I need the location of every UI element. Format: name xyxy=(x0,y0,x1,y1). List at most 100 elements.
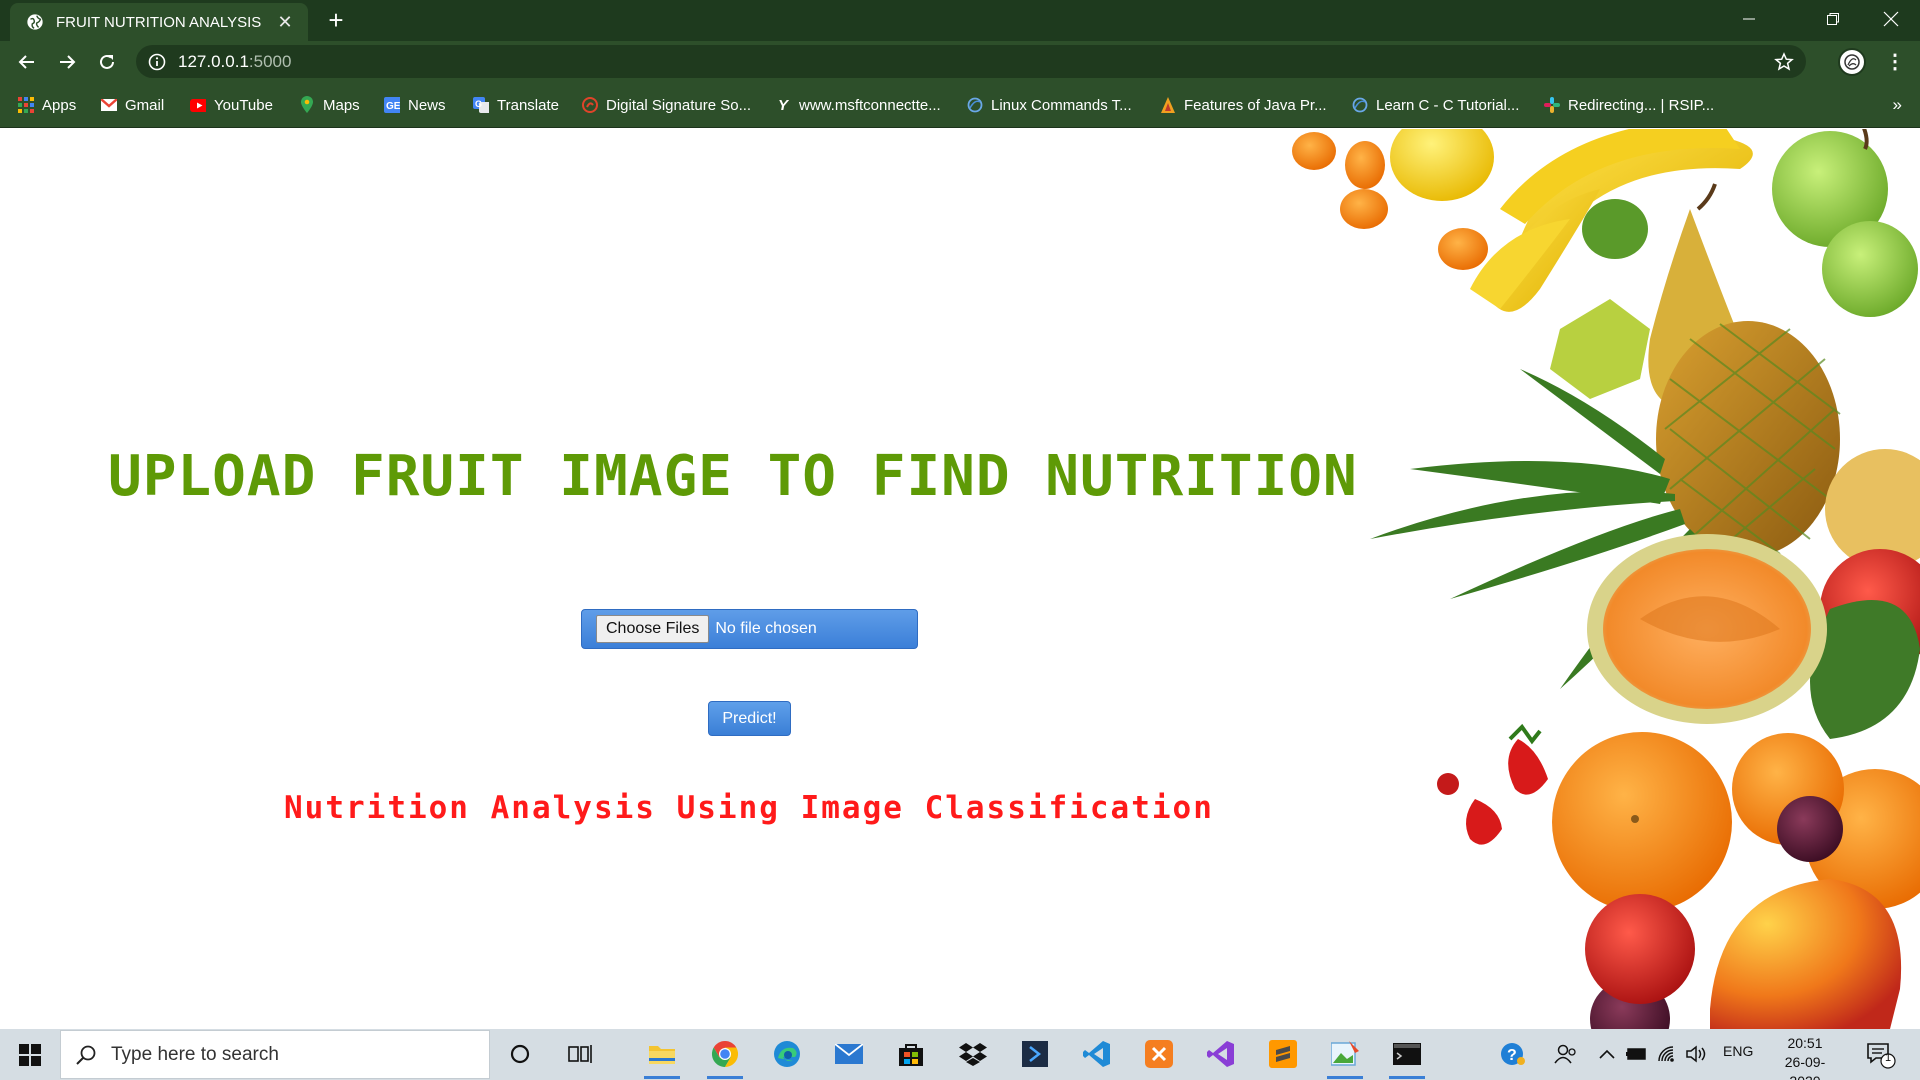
back-button[interactable] xyxy=(12,47,42,77)
file-status-text: No file chosen xyxy=(715,620,817,637)
search-placeholder: Type here to search xyxy=(111,1043,279,1065)
xampp-taskbar-icon[interactable] xyxy=(1139,1035,1179,1073)
help-tray-icon[interactable]: ? xyxy=(1495,1035,1531,1073)
globe-icon xyxy=(967,97,983,113)
start-button[interactable] xyxy=(0,1029,60,1080)
apps-grid-icon xyxy=(18,97,34,113)
url-text: 127.0.0.1:5000 xyxy=(178,51,292,71)
notification-icon xyxy=(1867,1043,1896,1069)
signature-icon xyxy=(582,97,598,113)
svg-text:GE: GE xyxy=(386,101,400,112)
bookmark-youtube[interactable]: YouTube xyxy=(190,92,273,118)
menu-kebab-icon[interactable]: ⋮ xyxy=(1880,47,1910,77)
search-icon xyxy=(76,1045,96,1065)
bookmarks-overflow-button[interactable]: » xyxy=(1893,95,1902,115)
image-editor-icon xyxy=(1331,1041,1359,1066)
profile-avatar[interactable] xyxy=(1838,48,1866,76)
store-taskbar-icon[interactable] xyxy=(891,1035,931,1073)
task-view-icon xyxy=(568,1045,592,1063)
news-icon: GE xyxy=(384,97,400,113)
arrow-left-icon xyxy=(18,55,34,69)
task-view-button[interactable] xyxy=(560,1035,600,1073)
wifi-icon xyxy=(1658,1046,1674,1062)
browser-tabstrip: FRUIT NUTRITION ANALYSIS ✕ + xyxy=(0,0,1920,41)
chevron-up-icon xyxy=(1599,1049,1615,1059)
tab-close-icon[interactable]: ✕ xyxy=(274,11,296,33)
bookmark-learn-c[interactable]: Learn C - C Tutorial... xyxy=(1352,92,1519,118)
volume-tray-icon[interactable] xyxy=(1682,1035,1712,1073)
close-window-button[interactable] xyxy=(1868,0,1914,38)
system-clock[interactable]: 20:51 26-09-2020 xyxy=(1770,1034,1840,1080)
dropbox-taskbar-icon[interactable] xyxy=(953,1035,993,1073)
predict-button[interactable]: Predict! xyxy=(708,701,791,736)
edge-taskbar-icon[interactable] xyxy=(767,1035,807,1073)
bookmark-news[interactable]: GE News xyxy=(384,92,446,118)
browser-toolbar: 127.0.0.1:5000 ⋮ xyxy=(0,41,1920,82)
terminal-icon xyxy=(1022,1041,1048,1067)
bookmark-rsip[interactable]: Redirecting... | RSIP... xyxy=(1544,92,1714,118)
speaker-icon xyxy=(1686,1045,1706,1063)
powershell-taskbar-icon[interactable] xyxy=(1015,1035,1055,1073)
wifi-tray-icon[interactable] xyxy=(1652,1035,1682,1073)
bookmark-msftconnect[interactable]: Y www.msftconnectte... xyxy=(775,92,941,118)
bookmark-digital-signature[interactable]: Digital Signature So... xyxy=(582,92,751,118)
bookmark-linux-commands[interactable]: Linux Commands T... xyxy=(967,92,1132,118)
choose-files-button[interactable]: Choose Files xyxy=(596,615,710,643)
reload-button[interactable] xyxy=(92,47,122,77)
sublime-taskbar-icon[interactable] xyxy=(1263,1035,1303,1073)
globe-icon xyxy=(27,14,43,30)
info-icon xyxy=(148,53,166,70)
slack-icon xyxy=(1544,97,1560,113)
question-icon: ? xyxy=(1501,1043,1525,1065)
bookmark-star-icon[interactable] xyxy=(1774,52,1794,72)
chrome-taskbar-icon[interactable] xyxy=(705,1035,745,1079)
cortana-button[interactable] xyxy=(500,1035,540,1073)
restore-button[interactable] xyxy=(1810,0,1856,38)
chrome-icon xyxy=(711,1040,739,1068)
close-icon xyxy=(1883,11,1899,27)
bookmark-gmail[interactable]: Gmail xyxy=(101,92,164,118)
visual-studio-taskbar-icon[interactable] xyxy=(1201,1035,1241,1073)
language-indicator[interactable]: ENG xyxy=(1723,1043,1753,1059)
maps-icon xyxy=(299,96,315,113)
new-tab-button[interactable]: + xyxy=(322,7,350,35)
bookmark-java-features[interactable]: Features of Java Pr... xyxy=(1160,92,1327,118)
address-bar[interactable]: 127.0.0.1:5000 xyxy=(136,45,1806,78)
dropbox-icon xyxy=(959,1043,987,1066)
cortana-circle-icon xyxy=(510,1044,530,1064)
mail-icon xyxy=(835,1044,863,1064)
page-headline: UPLOAD FRUIT IMAGE TO FIND NUTRITION xyxy=(108,444,1358,509)
battery-icon xyxy=(1626,1048,1646,1060)
minimize-button[interactable] xyxy=(1726,0,1772,38)
svg-text:?: ? xyxy=(1507,1047,1517,1064)
translate-icon: G xyxy=(473,97,489,113)
taskbar-search[interactable]: Type here to search xyxy=(60,1030,490,1079)
globe-icon xyxy=(1352,97,1368,113)
bookmark-maps[interactable]: Maps xyxy=(299,92,360,118)
minimize-icon xyxy=(1743,18,1755,20)
svg-text:G: G xyxy=(475,99,482,109)
command-prompt-taskbar-icon[interactable] xyxy=(1387,1035,1427,1079)
file-explorer-taskbar-icon[interactable] xyxy=(642,1035,682,1079)
show-hidden-icons-button[interactable] xyxy=(1592,1035,1622,1073)
action-center-button[interactable]: 1 xyxy=(1866,1041,1896,1069)
youtube-icon xyxy=(190,97,206,113)
bookmark-apps[interactable]: Apps xyxy=(18,92,76,118)
sublime-icon xyxy=(1269,1040,1297,1068)
windows-logo-icon xyxy=(19,1043,41,1066)
paint-taskbar-icon[interactable] xyxy=(1325,1035,1365,1079)
forward-button[interactable] xyxy=(52,47,82,77)
command-prompt-icon xyxy=(1393,1043,1421,1065)
xampp-icon xyxy=(1145,1040,1173,1068)
arrow-right-icon xyxy=(60,55,76,69)
vscode-taskbar-icon[interactable] xyxy=(1077,1035,1117,1073)
browser-tab[interactable]: FRUIT NUTRITION ANALYSIS ✕ xyxy=(10,3,308,41)
clock-date: 26-09-2020 xyxy=(1784,1054,1826,1080)
notification-count: 1 xyxy=(1885,1052,1892,1064)
file-upload-input[interactable]: Choose Files No file chosen xyxy=(581,609,918,649)
mail-taskbar-icon[interactable] xyxy=(829,1035,869,1073)
people-tray-icon[interactable] xyxy=(1548,1035,1584,1073)
bookmark-translate[interactable]: G Translate xyxy=(473,92,559,118)
battery-tray-icon[interactable] xyxy=(1622,1035,1652,1073)
page-content: UPLOAD FRUIT IMAGE TO FIND NUTRITION Cho… xyxy=(0,129,1920,1029)
